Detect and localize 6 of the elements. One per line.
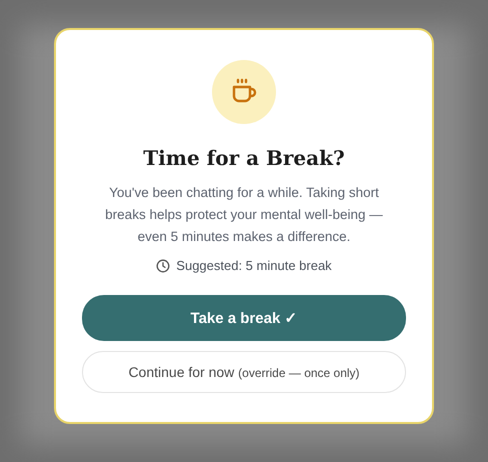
dialog-title: Time for a Break? bbox=[143, 146, 345, 170]
take-break-button[interactable]: Take a break ✓ bbox=[82, 295, 406, 341]
dialog-message: You've been chatting for a while. Taking short breaks helps protect your mental well-being — even 5 minutes makes a difference. bbox=[104, 184, 384, 246]
suggestion-text: Suggested: 5 minute break bbox=[176, 258, 332, 273]
continue-button[interactable]: Continue for now (override — once only) bbox=[82, 351, 406, 393]
clock-icon bbox=[156, 258, 170, 272]
